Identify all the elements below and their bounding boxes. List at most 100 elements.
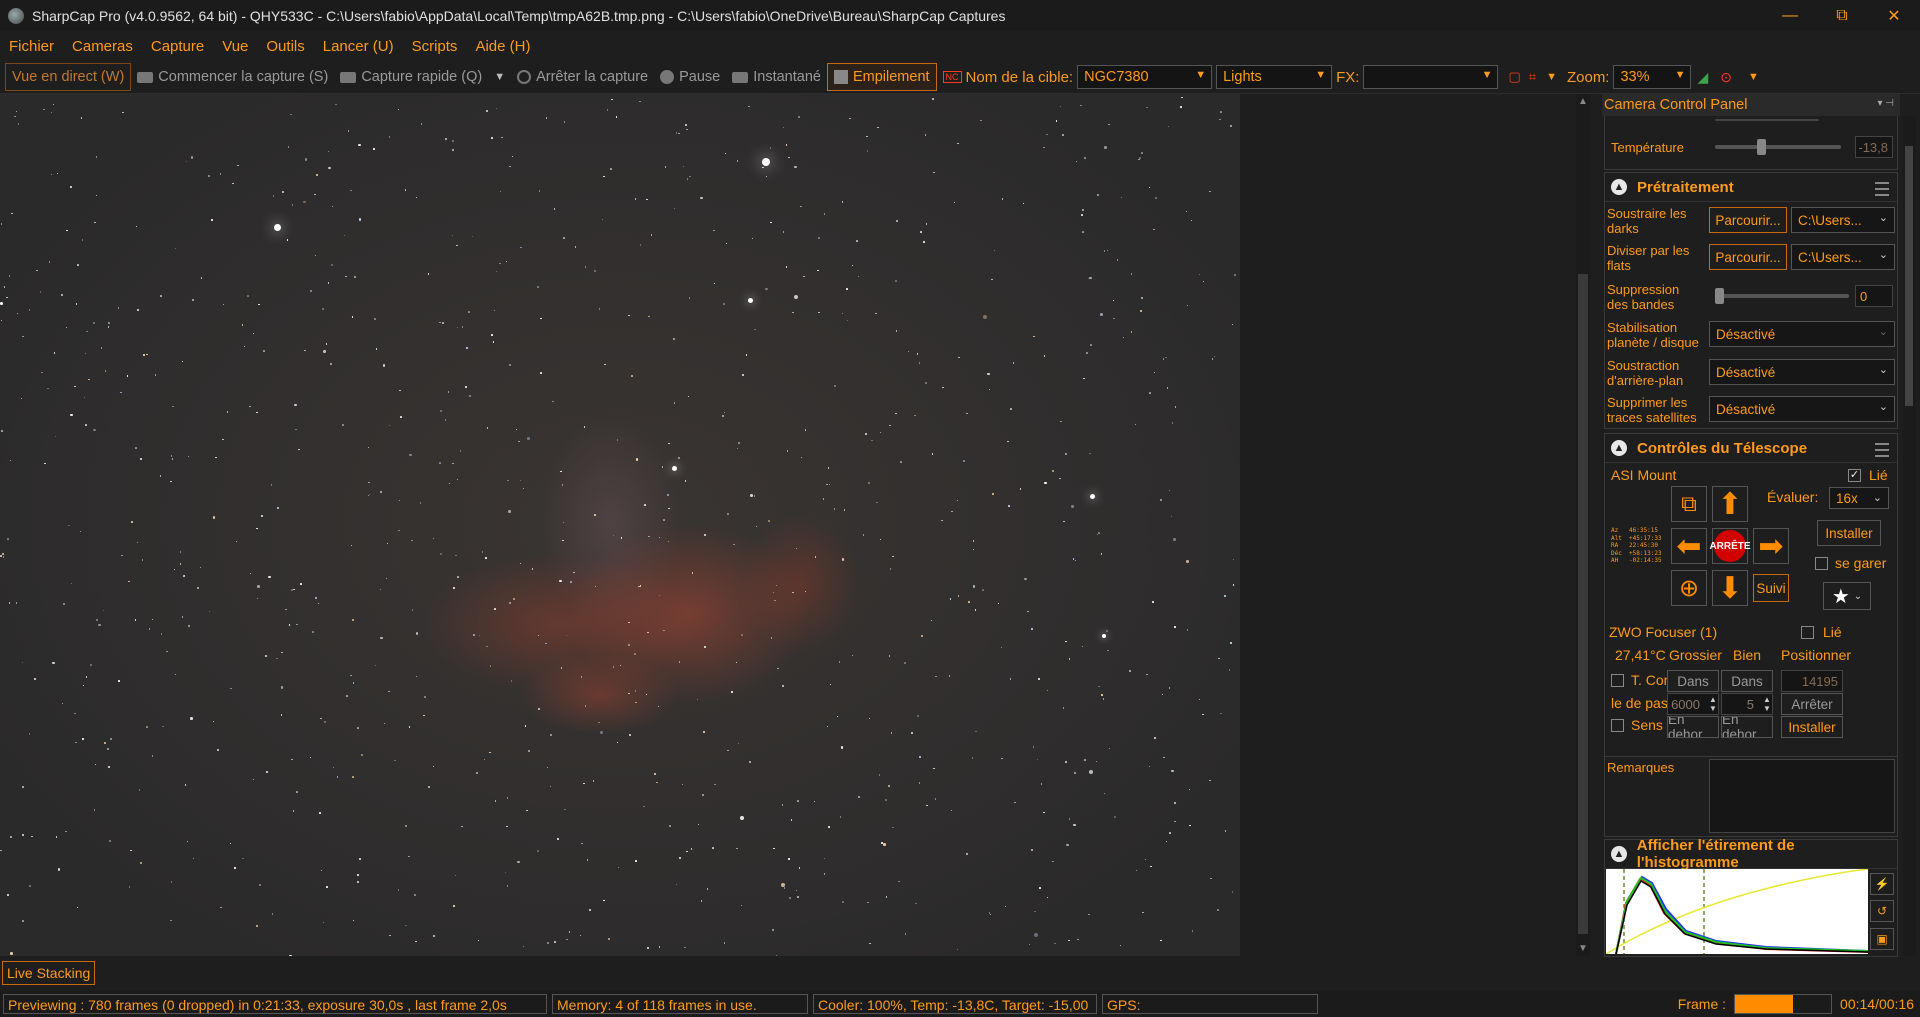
menu-vue[interactable]: Vue [213, 38, 257, 55]
center-target-icon[interactable]: ⊕ [1671, 570, 1707, 606]
image-scrollbar[interactable]: ▲ ▼ [1576, 94, 1590, 956]
focuser-linked-checkbox[interactable] [1801, 626, 1814, 639]
browse-darks-button[interactable]: Parcourir... [1709, 207, 1787, 233]
collapse-icon[interactable]: ▲ [1611, 846, 1627, 862]
star [388, 136, 391, 138]
north-arrow-icon[interactable]: ⬆ [1712, 486, 1748, 522]
star [468, 311, 470, 313]
menu-capture[interactable]: Capture [142, 38, 213, 55]
tracking-button[interactable]: Suivi [1753, 574, 1789, 602]
menu-cameras[interactable]: Cameras [63, 38, 142, 55]
histogram-reset-icon[interactable]: ↺ [1870, 900, 1894, 922]
mount-install-button[interactable]: Installer [1817, 520, 1881, 546]
pin-icon[interactable]: ▾ ⊣ [1877, 98, 1894, 109]
menu-icon[interactable] [1875, 443, 1889, 457]
live-stacking-tab[interactable]: Live Stacking [2, 961, 96, 985]
temperature-slider-track[interactable] [1715, 145, 1841, 149]
reverse-checkbox[interactable] [1611, 719, 1624, 732]
stepper-arrows-icon[interactable]: ▲ ▼ [1709, 695, 1717, 713]
focuser-stop-button[interactable]: Arrêter [1781, 693, 1843, 715]
clear-selection-icon[interactable]: ⌗ [1525, 69, 1540, 85]
zoom-combo[interactable]: 33% ▼ [1613, 65, 1692, 89]
coarse-in-button[interactable]: Dans [1667, 670, 1719, 692]
selection-rect-icon[interactable]: ▢ [1504, 69, 1524, 85]
nc-badge[interactable]: NC [942, 71, 962, 83]
close-button[interactable]: ✕ [1868, 0, 1920, 31]
chevron-down-icon[interactable]: ▼ [494, 71, 505, 83]
park-checkbox[interactable] [1815, 557, 1828, 570]
menu-fichier[interactable]: Fichier [0, 38, 63, 55]
star [234, 867, 236, 869]
temp-comp-checkbox[interactable] [1611, 674, 1624, 687]
coarse-out-button[interactable]: En dehor [1667, 716, 1719, 738]
remarks-textarea[interactable] [1709, 759, 1895, 833]
stepper-arrows-icon[interactable]: ▲ ▼ [1763, 695, 1771, 713]
quick-capture-button[interactable]: Capture rapide (Q) ▼ [334, 64, 511, 90]
banding-slider-track[interactable] [1715, 294, 1849, 298]
pause-button[interactable]: Pause [654, 64, 726, 90]
panel-scrollbar[interactable] [1902, 116, 1916, 956]
satellite-trails-dropdown[interactable]: Désactivé ⌄ [1709, 396, 1895, 422]
background-subtraction-dropdown[interactable]: Désactivé ⌄ [1709, 359, 1895, 385]
histogram-icon[interactable]: ◢ [1691, 69, 1714, 86]
star [878, 774, 881, 776]
chevron-down-icon[interactable]: ▼ [1540, 71, 1563, 83]
east-arrow-icon[interactable]: ➡ [1753, 528, 1789, 564]
panel-scroll-thumb[interactable] [1905, 146, 1913, 406]
south-arrow-icon[interactable]: ⬇ [1712, 570, 1748, 606]
frame-type-combo[interactable]: Lights ▼ [1216, 65, 1333, 89]
fine-in-button[interactable]: Dans [1721, 670, 1773, 692]
mount-linked-checkbox[interactable]: ✓ [1848, 469, 1861, 482]
chevron-down-icon[interactable]: ▼ [1738, 71, 1769, 83]
menu-lancer[interactable]: Lancer (U) [314, 38, 403, 55]
fine-out-button[interactable]: En dehor [1721, 716, 1773, 738]
reticle-icon[interactable]: ⊙ [1714, 69, 1738, 86]
collapse-icon[interactable]: ▲ [1611, 179, 1627, 195]
banding-value[interactable]: 0 [1855, 285, 1893, 307]
stop-capture-button[interactable]: Arrêter la capture [511, 64, 654, 90]
spiral-search-icon[interactable]: ⧉ [1671, 486, 1707, 522]
stacking-button[interactable]: Empilement [826, 63, 937, 91]
west-arrow-icon[interactable]: ⬅ [1671, 528, 1707, 564]
position-value[interactable]: 14195 [1781, 670, 1843, 692]
star [98, 623, 101, 627]
telescope-header[interactable]: ▲ Contrôles du Télescope [1605, 434, 1897, 463]
histogram-display[interactable] [1606, 869, 1868, 954]
star-target-icon[interactable]: ★ ⌄ [1823, 582, 1871, 610]
fx-combo[interactable]: ▼ [1363, 65, 1499, 89]
minimize-button[interactable]: — [1764, 0, 1816, 31]
menu-aide[interactable]: Aide (H) [466, 38, 539, 55]
scroll-thumb[interactable] [1578, 274, 1588, 934]
stabilization-dropdown[interactable]: Désactivé ⌄ [1709, 321, 1895, 347]
star [867, 901, 869, 904]
star [971, 757, 974, 759]
histogram-graph[interactable] [1606, 869, 1868, 954]
live-view-button[interactable]: Vue en direct (W) [5, 63, 132, 91]
menu-icon[interactable] [1875, 182, 1889, 196]
histogram-save-icon[interactable]: ▣ [1870, 928, 1894, 950]
stacking-label: Empilement [852, 69, 930, 85]
start-capture-button[interactable]: Commencer la capture (S) [131, 64, 334, 90]
flats-path-dropdown[interactable]: C:\Users... ⌄ [1791, 244, 1895, 270]
histogram-header[interactable]: ▲ Afficher l'étirement de l'histogramme [1605, 837, 1897, 871]
collapse-icon[interactable]: ▲ [1611, 440, 1627, 456]
scroll-down-icon[interactable]: ▼ [1578, 943, 1588, 954]
mount-stop-button[interactable]: ARRÊTE [1709, 528, 1751, 564]
histogram-auto-icon[interactable]: ⚡ [1870, 873, 1894, 895]
banding-slider-knob[interactable] [1715, 288, 1724, 304]
target-name-combo[interactable]: NGC7380 ▼ [1077, 65, 1213, 89]
darks-path-dropdown[interactable]: C:\Users... ⌄ [1791, 207, 1895, 233]
focuser-install-button[interactable]: Installer [1781, 716, 1843, 738]
gain-slider-track[interactable] [1715, 119, 1819, 121]
browse-flats-button[interactable]: Parcourir... [1709, 244, 1787, 270]
menu-outils[interactable]: Outils [257, 38, 313, 55]
scroll-up-icon[interactable]: ▲ [1578, 96, 1588, 107]
menu-scripts[interactable]: Scripts [403, 38, 467, 55]
preprocessing-header[interactable]: ▲ Prétraitement [1605, 173, 1897, 202]
rate-dropdown[interactable]: 16x ⌄ [1829, 487, 1889, 509]
temperature-slider-knob[interactable] [1757, 139, 1766, 155]
star [485, 557, 487, 559]
live-image-canvas[interactable] [0, 94, 1240, 956]
snapshot-button[interactable]: Instantané [726, 64, 827, 90]
maximize-button[interactable]: ⧉ [1816, 0, 1868, 31]
